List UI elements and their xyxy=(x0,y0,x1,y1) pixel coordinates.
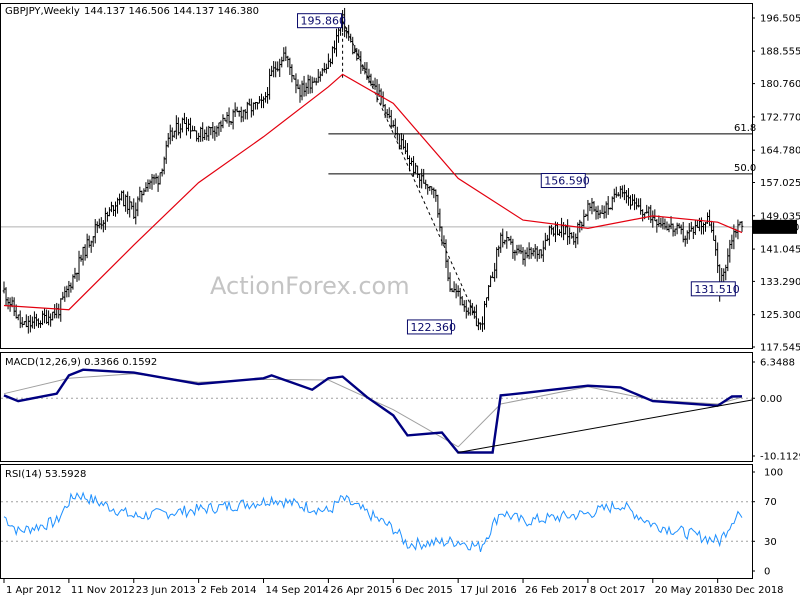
macd-panel-frame xyxy=(0,352,753,462)
price-y-tick-label: 141.045 xyxy=(760,245,800,256)
rsi-y-tick-label: 70 xyxy=(764,497,777,508)
x-axis-tick-label: 17 Jul 2016 xyxy=(460,585,517,596)
price-y-tick-label: 117.545 xyxy=(760,343,800,354)
macd-title: MACD(12,26,9) 0.3366 0.1592 xyxy=(5,357,157,368)
price-annotation-label: 195.860 xyxy=(301,15,347,28)
rsi-y-tick-label: 30 xyxy=(764,537,777,548)
x-axis-tick-label: 2 Feb 2014 xyxy=(201,585,257,596)
price-y-tick-label: 133.290 xyxy=(760,277,800,288)
price-y-tick-label: 188.555 xyxy=(760,47,800,58)
x-axis-tick-label: 14 Sep 2014 xyxy=(266,585,329,596)
rsi-panel-frame xyxy=(0,464,753,579)
x-axis-tick-label: 8 Oct 2017 xyxy=(590,585,645,596)
price-y-tick-label: 172.770 xyxy=(760,112,800,123)
x-axis-tick-label: 6 Dec 2015 xyxy=(395,585,453,596)
watermark: ActionForex.com xyxy=(210,272,410,300)
rsi-title: RSI(14) 53.5928 xyxy=(5,469,86,480)
x-axis-tick-label: 11 Nov 2012 xyxy=(71,585,135,596)
macd-y-tick-label: 6.3488 xyxy=(760,358,795,369)
macd-y-tick-label: -10.1129 xyxy=(760,452,800,463)
price-annotation-label: 131.510 xyxy=(694,283,740,296)
x-axis-tick-label: 26 Apr 2015 xyxy=(330,585,392,596)
rsi-y-tick-label: 100 xyxy=(764,468,783,479)
current-price-label: 146.380 xyxy=(758,222,799,233)
price-y-tick-label: 125.300 xyxy=(760,310,800,321)
fib-level-label: 50.0 xyxy=(734,163,756,174)
x-axis-tick-label: 20 May 2018 xyxy=(655,585,720,596)
macd-y-tick-label: 0.00 xyxy=(760,394,782,405)
x-axis: 1 Apr 2012 11 Nov 2012 23 Jun 2013 2 Feb 20… xyxy=(3,579,784,596)
price-y-tick-label: 164.780 xyxy=(760,146,800,157)
price-y-tick-label: 196.505 xyxy=(760,14,800,25)
price-y-tick-label: 157.025 xyxy=(760,178,800,189)
rsi-y-tick-label: 0 xyxy=(764,567,770,578)
fib-level-label: 61.8 xyxy=(734,123,756,134)
price-annotation-label: 122.360 xyxy=(410,321,456,334)
gbpjpy-chart: ActionForex.com GBPJPY,Weekly 144.137 14… xyxy=(0,3,800,596)
x-axis-tick-label: 26 Feb 2017 xyxy=(525,585,587,596)
chart-symbol-title: GBPJPY,Weekly xyxy=(5,6,80,17)
x-axis-tick-label: 30 Dec 2018 xyxy=(720,585,784,596)
x-axis-tick-label: 23 Jun 2013 xyxy=(136,585,196,596)
price-annotation-label: 156.590 xyxy=(544,175,590,188)
price-y-tick-label: 180.760 xyxy=(760,79,800,90)
x-axis-tick-label: 1 Apr 2012 xyxy=(6,585,61,596)
ohlc-readout: 144.137 146.506 144.137 146.380 xyxy=(84,6,259,17)
